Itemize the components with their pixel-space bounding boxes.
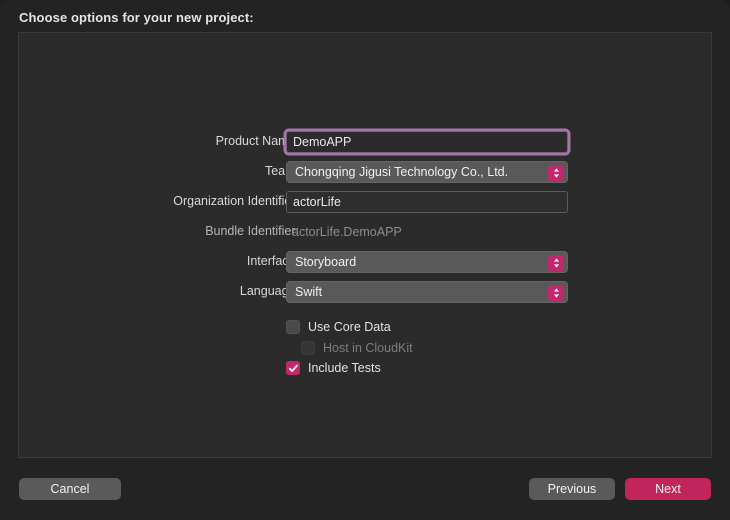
chevron-up-down-icon[interactable] — [548, 254, 564, 271]
next-button[interactable]: Next — [625, 478, 711, 500]
form-row-language: Language: Swift — [19, 281, 713, 303]
form-row-interface: Interface: Storyboard — [19, 251, 713, 273]
language-popup-button[interactable]: Swift — [286, 281, 568, 303]
interface-field-wrap: Storyboard — [286, 251, 568, 273]
team-selected-value: Chongqing Jigusi Technology Co., Ltd. — [295, 165, 509, 179]
language-selected-value: Swift — [295, 285, 323, 299]
checkbox-row-host-in-cloudkit: Host in CloudKit — [301, 338, 413, 358]
interface-selected-value: Storyboard — [295, 255, 357, 269]
bundle-identifier-field-wrap: actorLife.DemoAPP — [286, 221, 568, 243]
bundle-identifier-label: Bundle Identifier: — [205, 224, 299, 238]
checkbox-row-include-tests[interactable]: Include Tests — [286, 358, 381, 378]
new-project-options-dialog: Choose options for your new project: Pro… — [0, 0, 730, 520]
organization-identifier-field-wrap — [286, 191, 568, 213]
interface-popup-button[interactable]: Storyboard — [286, 251, 568, 273]
options-panel: Product Name: Team:Chongqing Jigusi Techn… — [18, 32, 712, 458]
page-title: Choose options for your new project: — [19, 10, 254, 25]
checkbox-row-use-core-data[interactable]: Use Core Data — [286, 317, 391, 337]
use-core-data-checkbox[interactable] — [286, 320, 300, 334]
include-tests-label: Include Tests — [308, 361, 381, 375]
host-in-cloudkit-checkbox — [301, 341, 315, 355]
previous-button[interactable]: Previous — [529, 478, 615, 500]
team-popup-button[interactable]: Chongqing Jigusi Technology Co., Ltd. — [286, 161, 568, 183]
organization-identifier-label: Organization Identifier: — [173, 194, 299, 208]
form-row-team: Team: Chongqing Jigusi Technology Co., Lt… — [19, 161, 713, 183]
chevron-up-down-icon[interactable] — [548, 164, 564, 181]
language-field-wrap: Swift — [286, 281, 568, 303]
cancel-button[interactable]: Cancel — [19, 478, 121, 500]
bundle-identifier-value: actorLife.DemoAPP — [292, 225, 402, 239]
include-tests-checkbox[interactable] — [286, 361, 300, 375]
product-name-field-wrap — [286, 131, 568, 153]
use-core-data-label: Use Core Data — [308, 320, 391, 334]
organization-identifier-input[interactable] — [286, 191, 568, 213]
form-row-bundle-identifier: Bundle Identifier: actorLife.DemoAPP — [19, 221, 713, 243]
host-in-cloudkit-label: Host in CloudKit — [323, 341, 413, 355]
product-name-input[interactable] — [286, 131, 568, 153]
form-row-organization-identifier: Organization Identifier: — [19, 191, 713, 213]
form-row-product-name: Product Name: — [19, 131, 713, 153]
team-field-wrap: Chongqing Jigusi Technology Co., Ltd. — [286, 161, 568, 183]
chevron-up-down-icon[interactable] — [548, 284, 564, 301]
